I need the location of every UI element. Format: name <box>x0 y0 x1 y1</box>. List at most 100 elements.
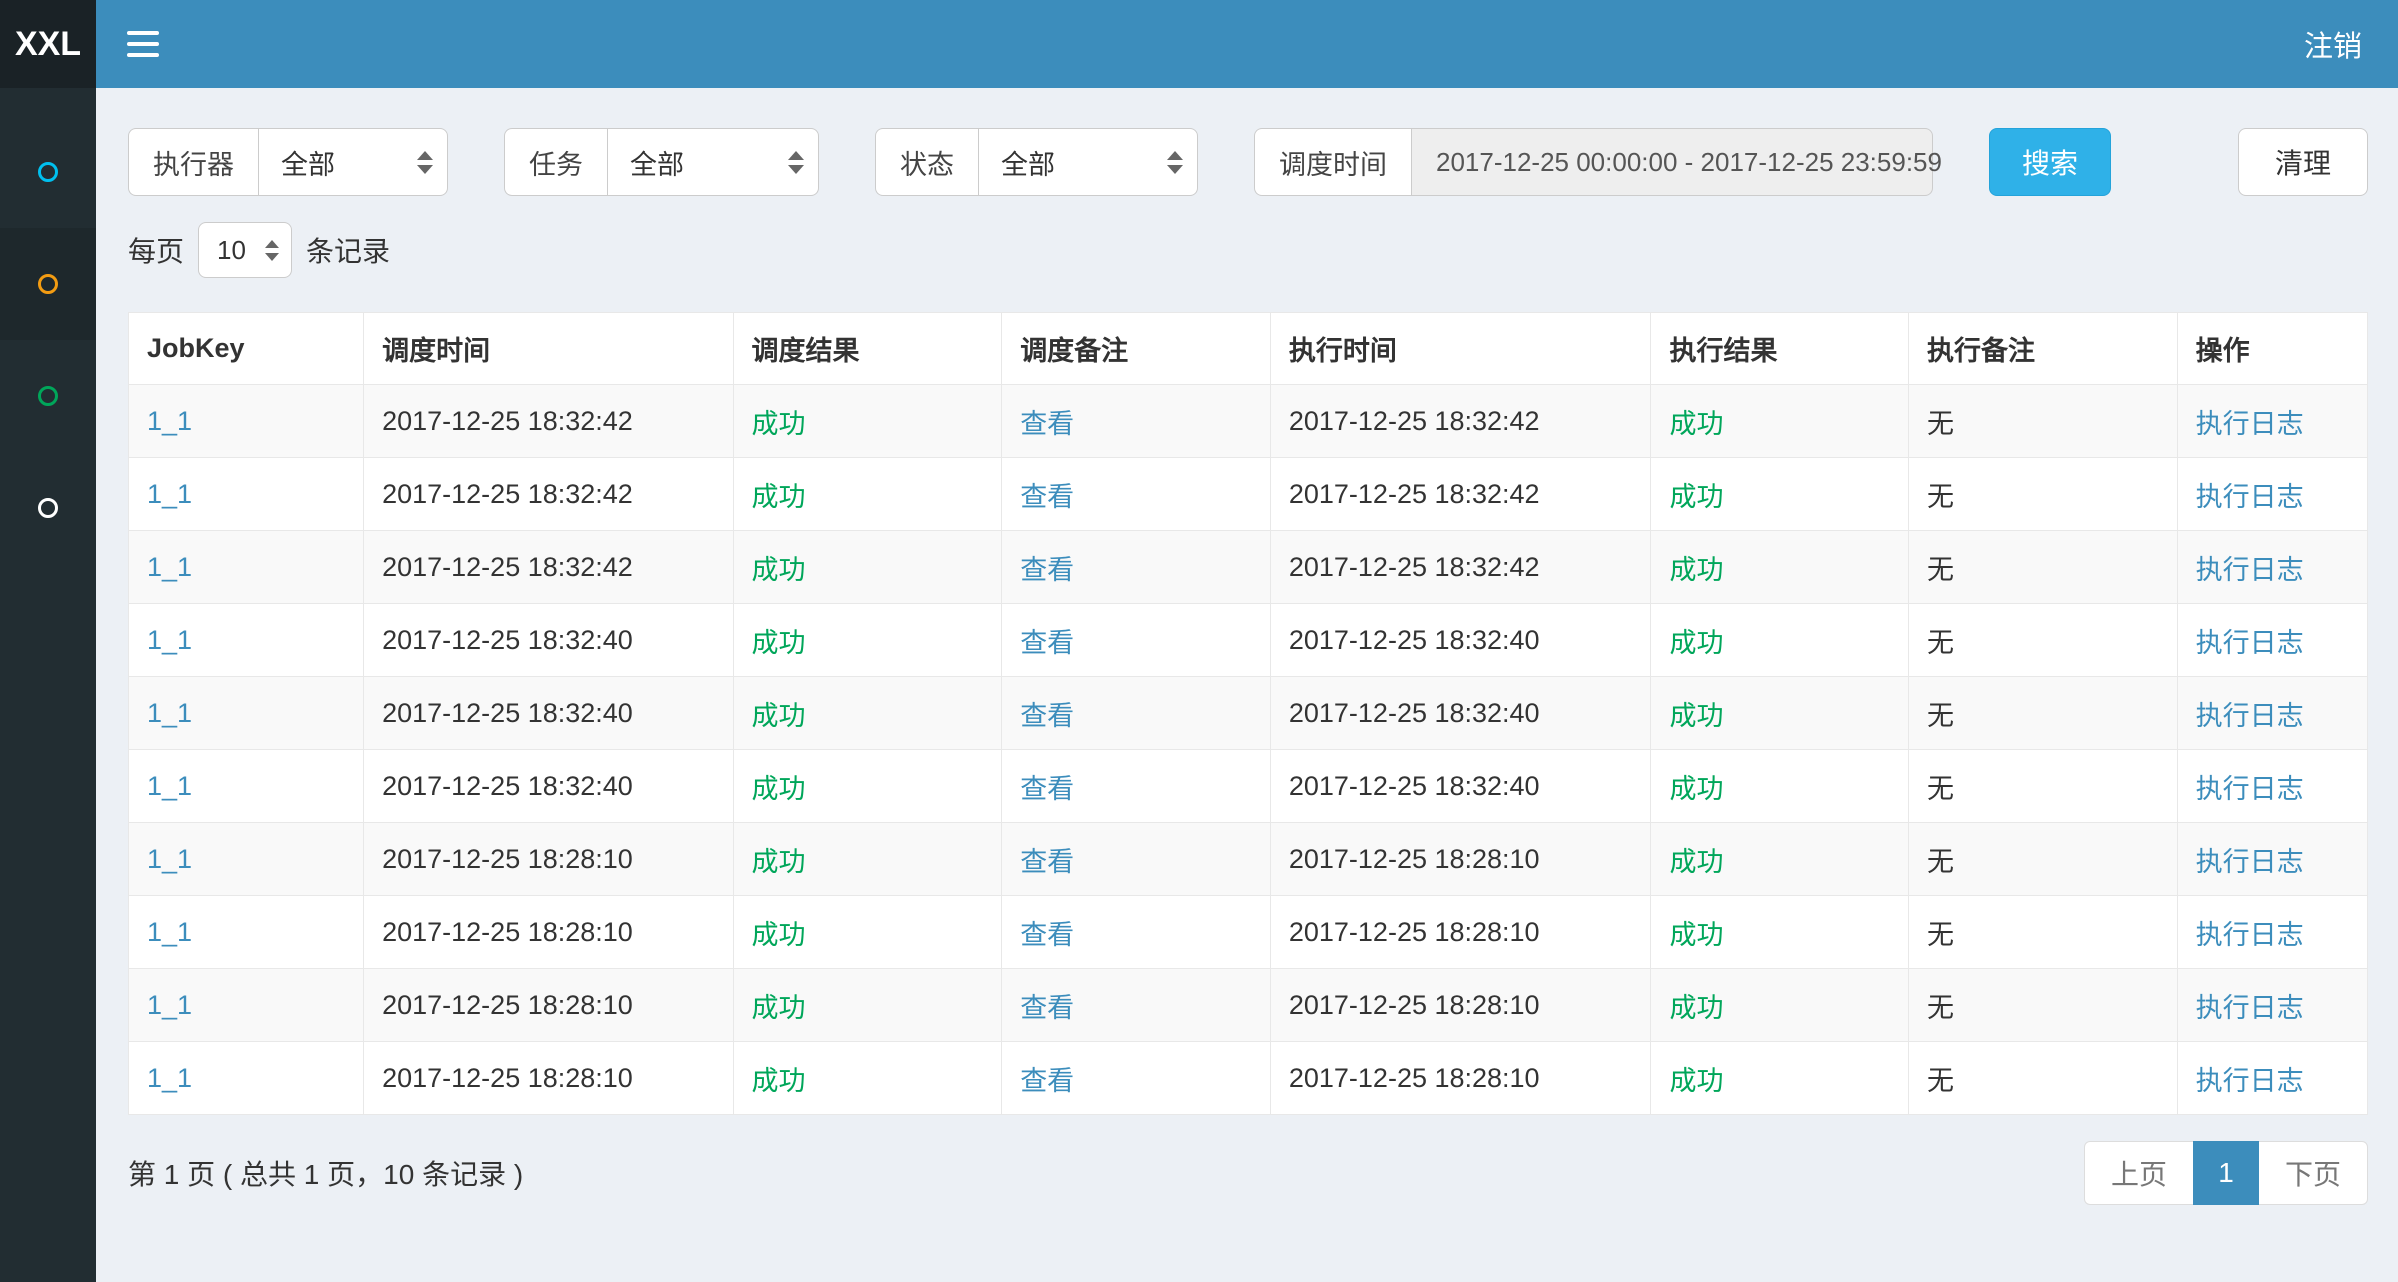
status-select[interactable]: 全部 <box>978 128 1198 196</box>
column-header-5[interactable]: 执行时间 <box>1270 313 1651 385</box>
handle-msg-cell: 无 <box>1927 628 1954 658</box>
top-navbar: XXL 注销 <box>0 0 2398 88</box>
clear-button[interactable]: 清理 <box>2238 128 2368 196</box>
column-header-4[interactable]: 调度备注 <box>1002 313 1271 385</box>
executor-select[interactable]: 全部 <box>258 128 448 196</box>
trigger-time-cell: 2017-12-25 18:32:42 <box>382 479 633 509</box>
trigger-result-cell: 成功 <box>752 555 806 585</box>
time-filter-group: 调度时间 2017-12-25 00:00:00 - 2017-12-25 23… <box>1254 128 1933 196</box>
trigger-result-cell: 成功 <box>752 774 806 804</box>
circle-icon <box>38 274 58 294</box>
pagination-info: 第 1 页 ( 总共 1 页，10 条记录 ) <box>128 1153 523 1193</box>
sidebar-toggle-button[interactable] <box>96 0 190 88</box>
execution-log-link[interactable]: 执行日志 <box>2196 993 2304 1023</box>
executor-select-value: 全部 <box>281 143 335 182</box>
select-stepper-icon <box>788 151 804 174</box>
execution-log-link[interactable]: 执行日志 <box>2196 847 2304 877</box>
page-number-button[interactable]: 1 <box>2193 1141 2259 1205</box>
table-row: 1_1 2017-12-25 18:32:42 成功 查看 2017-12-25 18:… <box>129 458 2368 531</box>
next-page-button[interactable]: 下页 <box>2258 1141 2368 1205</box>
trigger-result-cell: 成功 <box>752 628 806 658</box>
jobkey-link[interactable]: 1_1 <box>147 406 192 436</box>
sidebar-menu <box>0 88 96 1282</box>
column-header-1[interactable]: JobKey <box>129 313 364 385</box>
execution-log-link[interactable]: 执行日志 <box>2196 482 2304 512</box>
jobkey-link[interactable]: 1_1 <box>147 917 192 947</box>
prev-page-button[interactable]: 上页 <box>2084 1141 2194 1205</box>
table-row: 1_12017-12-25 18:32:42成功查看2017-12-25 18:… <box>129 385 2368 458</box>
logout-link[interactable]: 注销 <box>2268 0 2398 88</box>
jobkey-link[interactable]: 1_1 <box>147 990 192 1020</box>
handle-time-cell: 2017-12-25 18:28:10 <box>1289 917 1540 947</box>
execution-log-link[interactable]: 执行日志 <box>2196 774 2304 804</box>
handle-result-cell: 成功 <box>1669 482 1723 512</box>
trigger-msg-link[interactable]: 查看 <box>1020 993 1074 1023</box>
trigger-time-cell: 2017-12-25 18:28:10 <box>382 990 633 1020</box>
table-row: 1_1 2017-12-25 18:28:10 成功 查看 2017-12-25 18:… <box>129 896 2368 969</box>
execution-log-link[interactable]: 执行日志 <box>2196 555 2304 585</box>
sidebar-item-2[interactable] <box>0 228 96 340</box>
trigger-msg-link[interactable]: 查看 <box>1020 847 1074 877</box>
search-button[interactable]: 搜索 <box>1989 128 2111 196</box>
sidebar-item-1[interactable] <box>0 116 96 228</box>
jobkey-link[interactable]: 1_1 <box>147 625 192 655</box>
trigger-time-cell: 2017-12-25 18:32:40 <box>382 698 633 728</box>
trigger-msg-link[interactable]: 查看 <box>1020 1066 1074 1096</box>
table-row: 1_12017-12-25 18:28:10成功查看2017-12-25 18:… <box>129 823 2368 896</box>
page-size-value: 10 <box>217 235 246 266</box>
brand-logo[interactable]: XXL <box>0 0 96 88</box>
handle-time-cell: 2017-12-25 18:32:42 <box>1289 479 1540 509</box>
job-select-value: 全部 <box>630 143 684 182</box>
trigger-time-cell: 2017-12-25 18:28:10 <box>382 917 633 947</box>
column-header-3[interactable]: 调度结果 <box>733 313 1002 385</box>
jobkey-link[interactable]: 1_1 <box>147 698 192 728</box>
status-label: 状态 <box>875 128 978 196</box>
execution-log-link[interactable]: 执行日志 <box>2196 1066 2304 1096</box>
trigger-msg-link[interactable]: 查看 <box>1020 555 1074 585</box>
execution-log-link[interactable]: 执行日志 <box>2196 409 2304 439</box>
column-header-2[interactable]: 调度时间 <box>364 313 733 385</box>
sidebar-item-4[interactable] <box>0 452 96 564</box>
handle-msg-cell: 无 <box>1927 993 1954 1023</box>
handle-result-cell: 成功 <box>1669 409 1723 439</box>
trigger-msg-link[interactable]: 查看 <box>1020 920 1074 950</box>
filter-bar: 执行器 全部 任务 全部 状态 全部 调度时间 2017-12-25 00:00… <box>128 128 2368 196</box>
column-header-6[interactable]: 执行结果 <box>1651 313 1908 385</box>
page-size-prefix: 每页 <box>128 230 184 270</box>
hamburger-icon <box>127 31 159 35</box>
table-row: 1_12017-12-25 18:28:10成功查看2017-12-25 18:… <box>129 1042 2368 1115</box>
trigger-msg-link[interactable]: 查看 <box>1020 628 1074 658</box>
schedule-time-input[interactable]: 2017-12-25 00:00:00 - 2017-12-25 23:59:5… <box>1411 128 1933 196</box>
handle-time-cell: 2017-12-25 18:28:10 <box>1289 844 1540 874</box>
jobkey-link[interactable]: 1_1 <box>147 552 192 582</box>
trigger-msg-link[interactable]: 查看 <box>1020 701 1074 731</box>
jobkey-link[interactable]: 1_1 <box>147 479 192 509</box>
job-filter-group: 任务 全部 <box>504 128 819 196</box>
column-header-7[interactable]: 执行备注 <box>1908 313 2177 385</box>
jobkey-link[interactable]: 1_1 <box>147 844 192 874</box>
jobkey-link[interactable]: 1_1 <box>147 771 192 801</box>
execution-log-link[interactable]: 执行日志 <box>2196 701 2304 731</box>
trigger-msg-link[interactable]: 查看 <box>1020 482 1074 512</box>
schedule-time-value: 2017-12-25 00:00:00 - 2017-12-25 23:59:5… <box>1436 147 1942 178</box>
execution-log-link[interactable]: 执行日志 <box>2196 628 2304 658</box>
trigger-result-cell: 成功 <box>752 1066 806 1096</box>
handle-time-cell: 2017-12-25 18:32:40 <box>1289 625 1540 655</box>
select-stepper-icon <box>1167 151 1183 174</box>
sidebar-item-3[interactable] <box>0 340 96 452</box>
job-select[interactable]: 全部 <box>607 128 819 196</box>
table-row: 1_12017-12-25 18:32:40成功查看2017-12-25 18:… <box>129 604 2368 677</box>
column-header-8[interactable]: 操作 <box>2177 313 2367 385</box>
page-size-select[interactable]: 10 <box>198 222 292 278</box>
trigger-msg-link[interactable]: 查看 <box>1020 774 1074 804</box>
hamburger-icon <box>127 42 159 46</box>
select-stepper-icon <box>265 240 279 261</box>
handle-result-cell: 成功 <box>1669 920 1723 950</box>
execution-log-link[interactable]: 执行日志 <box>2196 920 2304 950</box>
jobkey-link[interactable]: 1_1 <box>147 1063 192 1093</box>
trigger-msg-link[interactable]: 查看 <box>1020 409 1074 439</box>
hamburger-icon <box>127 53 159 57</box>
handle-time-cell: 2017-12-25 18:28:10 <box>1289 990 1540 1020</box>
handle-msg-cell: 无 <box>1927 1066 1954 1096</box>
circle-icon <box>38 498 58 518</box>
